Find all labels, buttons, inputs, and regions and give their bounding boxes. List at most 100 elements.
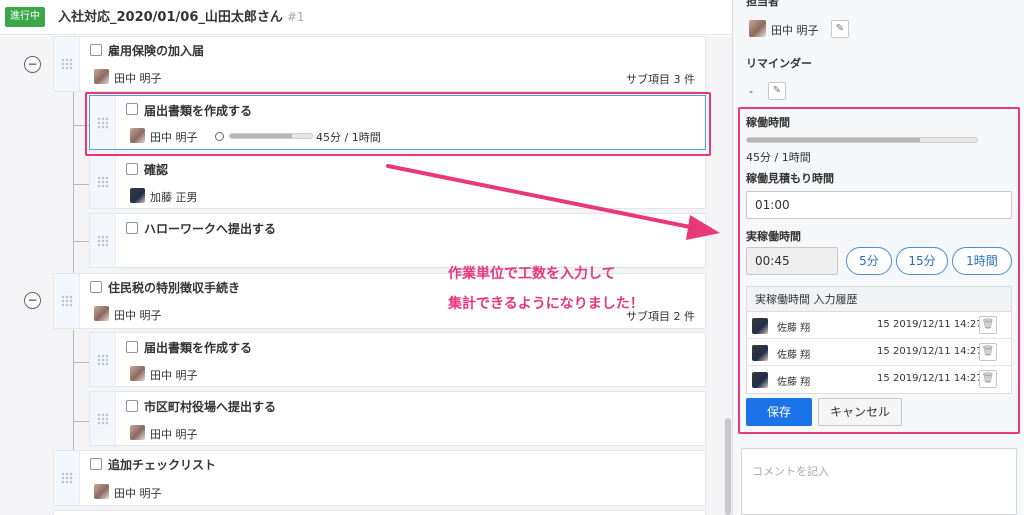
drag-handle[interactable] bbox=[54, 37, 80, 91]
task-title: 届出書類を作成する bbox=[144, 104, 253, 118]
task-card[interactable]: 届出書類を作成する 田中 明子 bbox=[89, 332, 706, 387]
assignee-name: 田中 明子 bbox=[150, 369, 198, 382]
collapse-toggle[interactable]: − bbox=[24, 56, 41, 73]
reminder-value: - bbox=[749, 85, 753, 98]
add-5min-button[interactable]: 5分 bbox=[846, 247, 892, 275]
tree-line bbox=[73, 362, 89, 363]
task-card[interactable]: 市区町村役場へ提出する 田中 明子 bbox=[89, 391, 706, 446]
work-time-label: 稼働時間 bbox=[746, 116, 790, 129]
add-1hour-button[interactable]: 1時間 bbox=[952, 247, 1012, 275]
drag-icon bbox=[61, 58, 73, 70]
page-header: 進行中 入社対応_2020/01/06_山田太郎さん #1 bbox=[0, 0, 732, 35]
work-time-fill bbox=[747, 138, 920, 142]
page-number: #1 bbox=[286, 10, 305, 24]
task-card[interactable]: 雇用保険の加入届 田中 明子 サブ項目 3 件 bbox=[53, 36, 706, 92]
drag-icon bbox=[61, 295, 73, 307]
drag-handle[interactable] bbox=[90, 214, 116, 267]
estimate-label: 稼働見積もり時間 bbox=[746, 172, 834, 185]
history-minutes: 15 bbox=[877, 373, 890, 384]
task-title: 市区町村役場へ提出する bbox=[144, 400, 277, 414]
task-card[interactable]: 追加チェックリスト 田中 明子 bbox=[53, 450, 706, 506]
tree-line bbox=[73, 125, 89, 126]
trash-icon[interactable]: 🗑 bbox=[979, 343, 997, 361]
drag-icon bbox=[97, 116, 109, 129]
drag-icon bbox=[97, 412, 109, 425]
edit-assignee-button[interactable]: ✎ bbox=[831, 20, 849, 38]
task-checkbox[interactable] bbox=[126, 400, 138, 412]
scrollbar[interactable] bbox=[725, 418, 731, 515]
trash-icon[interactable]: 🗑 bbox=[979, 316, 997, 334]
history-row: 佐藤 翔 15 2019/12/11 14:27 🗑 bbox=[747, 312, 1011, 339]
avatar bbox=[94, 69, 109, 84]
avatar bbox=[94, 306, 109, 321]
screen: 進行中 入社対応_2020/01/06_山田太郎さん #1 − − 雇用保険の加入… bbox=[0, 0, 1024, 515]
assignee-label: 担当者 bbox=[746, 0, 779, 8]
avatar bbox=[130, 128, 145, 143]
drag-icon bbox=[97, 234, 109, 247]
drag-icon bbox=[97, 353, 109, 366]
cancel-button[interactable]: キャンセル bbox=[818, 398, 902, 426]
task-card-selected[interactable]: 届出書類を作成する 田中 明子 45分 / 1時間 bbox=[89, 95, 706, 150]
task-title: 住民税の特別徴収手続き bbox=[108, 281, 241, 295]
task-checkbox[interactable] bbox=[126, 103, 138, 115]
assignee-name: 田中 明子 bbox=[771, 24, 819, 37]
drag-handle[interactable] bbox=[90, 333, 116, 386]
work-time-text: 45分 / 1時間 bbox=[316, 131, 381, 144]
drag-handle[interactable] bbox=[90, 392, 116, 445]
comment-input[interactable]: コメントを記入 bbox=[741, 448, 1017, 515]
history-name: 佐藤 翔 bbox=[777, 350, 811, 361]
save-button[interactable]: 保存 bbox=[746, 398, 812, 426]
sub-item-count: サブ項目 3 件 bbox=[626, 73, 695, 86]
collapse-toggle[interactable]: − bbox=[24, 292, 41, 309]
avatar bbox=[94, 484, 109, 499]
tree-line bbox=[73, 330, 74, 455]
history-date: 2019/12/11 14:27 bbox=[893, 346, 983, 357]
add-15min-button[interactable]: 15分 bbox=[896, 247, 948, 275]
avatar bbox=[752, 372, 768, 388]
tree-line bbox=[73, 184, 89, 185]
task-checkbox[interactable] bbox=[126, 222, 138, 234]
history-date: 2019/12/11 14:27 bbox=[893, 373, 983, 384]
edit-reminder-button[interactable]: ✎ bbox=[768, 82, 786, 100]
avatar bbox=[130, 188, 145, 203]
drag-handle[interactable] bbox=[54, 274, 80, 328]
time-history: 実稼働時間 入力履歴 佐藤 翔 15 2019/12/11 14:27 🗑 佐藤… bbox=[746, 286, 1012, 394]
avatar bbox=[752, 345, 768, 361]
estimate-time-input[interactable]: 01:00 bbox=[746, 191, 1012, 219]
task-checkbox[interactable] bbox=[90, 281, 102, 293]
history-row: 佐藤 翔 15 2019/12/11 14:27 🗑 bbox=[747, 366, 1011, 393]
drag-icon bbox=[61, 472, 73, 484]
task-checkbox[interactable] bbox=[90, 44, 102, 56]
task-title: 雇用保険の加入届 bbox=[108, 44, 205, 58]
drag-handle[interactable] bbox=[90, 96, 116, 149]
task-checkbox[interactable] bbox=[126, 163, 138, 175]
timer-icon bbox=[215, 132, 224, 141]
assignee-name: 田中 明子 bbox=[114, 309, 162, 322]
task-card[interactable] bbox=[53, 510, 706, 515]
reminder-label: リマインダー bbox=[746, 57, 812, 70]
task-checkbox[interactable] bbox=[126, 341, 138, 353]
trash-icon[interactable]: 🗑 bbox=[979, 370, 997, 388]
history-name: 佐藤 翔 bbox=[777, 323, 811, 334]
tree-line bbox=[73, 241, 89, 242]
history-date: 2019/12/11 14:27 bbox=[893, 319, 983, 330]
pencil-icon: ✎ bbox=[772, 85, 782, 96]
status-badge: 進行中 bbox=[5, 7, 45, 27]
page-title: 入社対応_2020/01/06_山田太郎さん #1 bbox=[58, 6, 305, 25]
drag-handle[interactable] bbox=[54, 451, 80, 505]
history-name: 佐藤 翔 bbox=[777, 377, 811, 388]
annotation-text-line2: 集計できるようになりました！ bbox=[448, 296, 644, 312]
avatar bbox=[749, 20, 766, 37]
task-checkbox[interactable] bbox=[90, 458, 102, 470]
drag-handle[interactable] bbox=[90, 155, 116, 208]
drag-icon bbox=[97, 175, 109, 188]
assignee-name: 田中 明子 bbox=[114, 487, 162, 500]
task-card[interactable]: ハローワークへ提出する bbox=[89, 213, 706, 268]
assignee-name: 田中 明子 bbox=[150, 131, 198, 144]
pencil-icon: ✎ bbox=[835, 23, 845, 34]
actual-time-input[interactable]: 00:45 bbox=[746, 247, 838, 275]
task-title: 届出書類を作成する bbox=[144, 341, 253, 355]
task-card[interactable]: 確認 加藤 正男 bbox=[89, 154, 706, 209]
assignee-name: 田中 明子 bbox=[114, 72, 162, 85]
tree-line bbox=[73, 421, 89, 422]
